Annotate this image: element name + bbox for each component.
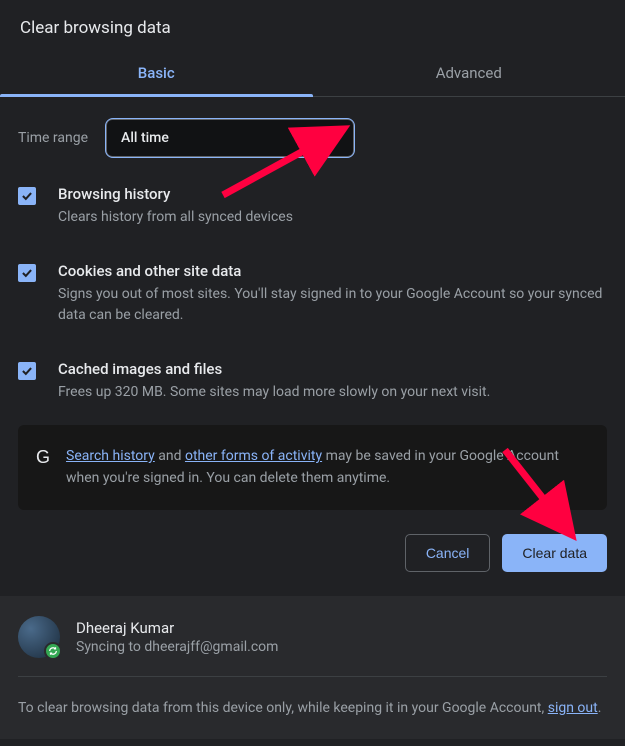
- chevron-down-icon: ▼: [329, 133, 339, 144]
- other-activity-link[interactable]: other forms of activity: [185, 448, 322, 464]
- footer-text-1: To clear browsing data from this device …: [18, 700, 548, 716]
- option-title: Cached images and files: [58, 360, 607, 378]
- account-name: Dheeraj Kumar: [76, 619, 278, 637]
- avatar: [18, 616, 60, 658]
- option-text: Cookies and other site data Signs you ou…: [58, 262, 607, 326]
- time-range-select[interactable]: All time ▼: [106, 119, 354, 157]
- cancel-button[interactable]: Cancel: [405, 534, 491, 572]
- time-range-label: Time range: [18, 130, 88, 146]
- option-title: Cookies and other site data: [58, 262, 607, 280]
- search-history-link[interactable]: Search history: [66, 448, 155, 464]
- option-desc: Signs you out of most sites. You'll stay…: [58, 284, 607, 326]
- footer-text-2: .: [598, 700, 602, 716]
- account-section: Dheeraj Kumar Syncing to dheerajff@gmail…: [0, 596, 625, 739]
- account-sync-status: Syncing to dheerajff@gmail.com: [76, 639, 278, 655]
- footer-text: To clear browsing data from this device …: [18, 677, 607, 719]
- option-title: Browsing history: [58, 185, 607, 203]
- tabs: Basic Advanced: [0, 52, 625, 97]
- option-browsing-history: Browsing history Clears history from all…: [18, 185, 607, 228]
- checkbox-cache[interactable]: [18, 362, 36, 380]
- account-info: Dheeraj Kumar Syncing to dheerajff@gmail…: [76, 619, 278, 655]
- option-text: Cached images and files Frees up 320 MB.…: [58, 360, 607, 403]
- tab-basic[interactable]: Basic: [0, 52, 313, 96]
- time-range-row: Time range All time ▼: [18, 119, 607, 157]
- option-cookies: Cookies and other site data Signs you ou…: [18, 262, 607, 326]
- tab-advanced[interactable]: Advanced: [313, 52, 625, 96]
- option-cache: Cached images and files Frees up 320 MB.…: [18, 360, 607, 403]
- option-desc: Clears history from all synced devices: [58, 207, 607, 228]
- clear-data-button[interactable]: Clear data: [502, 534, 607, 572]
- info-text: Search history and other forms of activi…: [66, 445, 589, 490]
- checkbox-browsing-history[interactable]: [18, 187, 36, 205]
- dialog-actions: Cancel Clear data: [0, 534, 625, 596]
- info-box: G Search history and other forms of acti…: [18, 425, 607, 510]
- dialog-title: Clear browsing data: [0, 0, 625, 52]
- option-desc: Frees up 320 MB. Some sites may load mor…: [58, 382, 607, 403]
- google-icon: G: [36, 447, 50, 468]
- content-area: Time range All time ▼ Browsing history C…: [0, 97, 625, 510]
- sign-out-link[interactable]: sign out: [548, 700, 598, 716]
- option-text: Browsing history Clears history from all…: [58, 185, 607, 228]
- account-row: Dheeraj Kumar Syncing to dheerajff@gmail…: [18, 616, 607, 677]
- time-range-value: All time: [121, 130, 169, 146]
- checkbox-cookies[interactable]: [18, 264, 36, 282]
- info-mid: and: [155, 448, 185, 464]
- sync-badge-icon: [44, 642, 62, 660]
